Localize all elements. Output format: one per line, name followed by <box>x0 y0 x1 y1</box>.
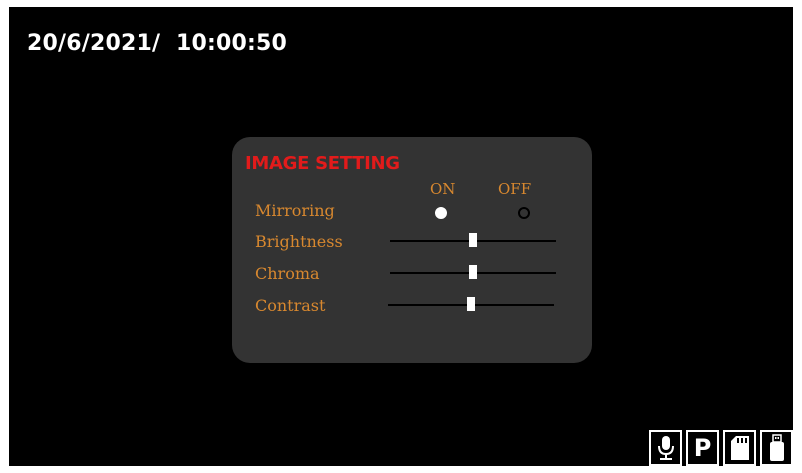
slider-thumb[interactable] <box>467 297 475 311</box>
slider-thumb[interactable] <box>469 233 477 247</box>
status-icon-bar: P <box>649 430 793 466</box>
brightness-slider[interactable] <box>390 233 556 249</box>
microphone-icon <box>649 430 682 466</box>
mirroring-off-radio[interactable] <box>518 207 530 219</box>
contrast-label: Contrast <box>255 296 326 315</box>
usb-drive-icon <box>760 430 793 466</box>
mirroring-label: Mirroring <box>255 201 335 220</box>
brightness-label: Brightness <box>255 232 343 251</box>
chroma-label: Chroma <box>255 264 320 283</box>
panel-title: IMAGE SETTING <box>245 153 400 174</box>
mirroring-on-radio[interactable] <box>435 207 447 219</box>
parking-p-icon: P <box>686 430 719 466</box>
slider-thumb[interactable] <box>469 265 477 279</box>
off-column-header: OFF <box>498 180 532 198</box>
contrast-slider[interactable] <box>388 297 554 313</box>
sd-card-icon <box>723 430 756 466</box>
camera-screen: 20/6/2021/ 10:00:50 IMAGE SETTING ON OFF… <box>9 7 793 466</box>
datetime-display: 20/6/2021/ 10:00:50 <box>27 31 288 56</box>
image-setting-panel: IMAGE SETTING ON OFF Mirroring Brightnes… <box>232 137 592 363</box>
chroma-slider[interactable] <box>390 265 556 281</box>
on-column-header: ON <box>430 180 456 198</box>
